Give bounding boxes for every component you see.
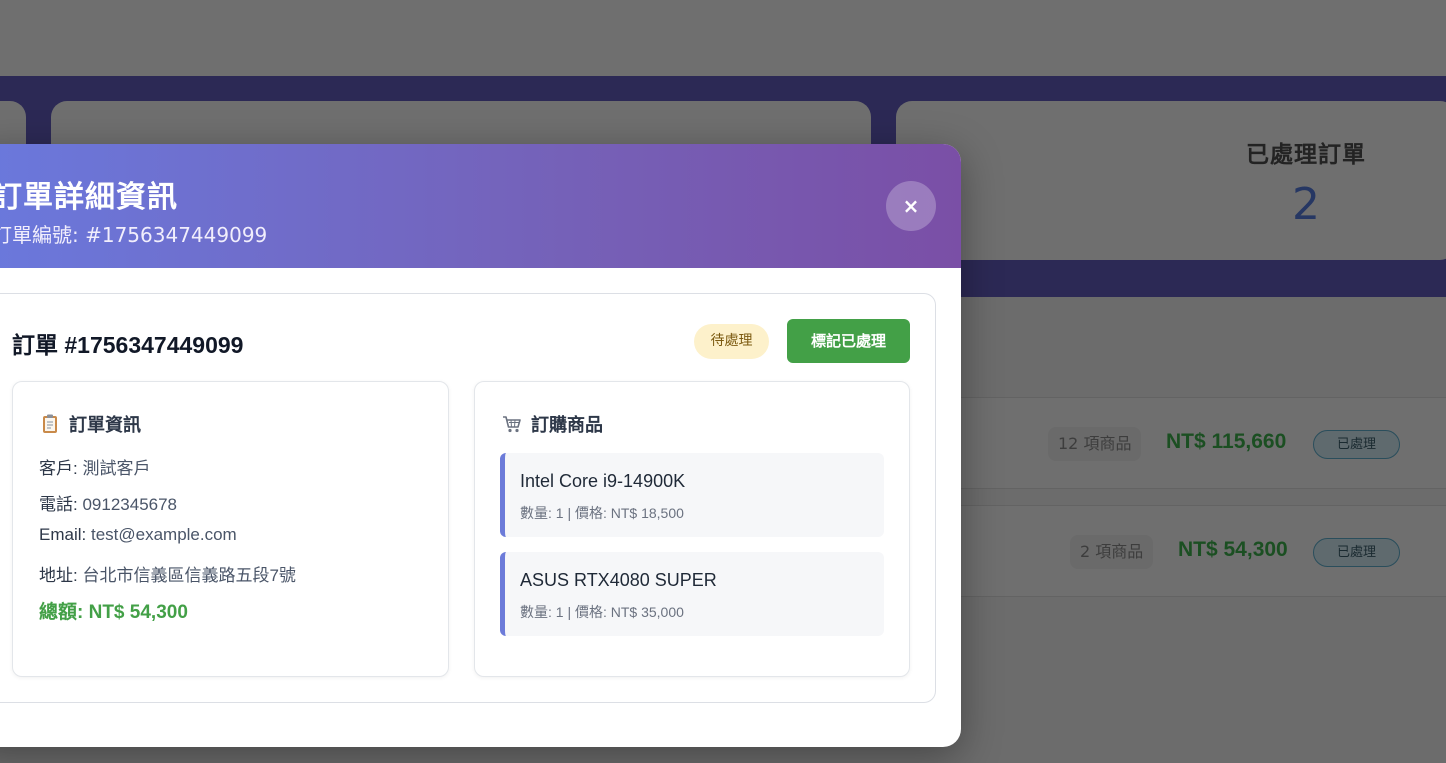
order-item-count: 2 項商品: [1070, 535, 1154, 569]
close-icon: ×: [902, 194, 920, 218]
ordered-items-title-text: 訂購商品: [531, 415, 603, 436]
total-value: NT$ 54,300: [88, 602, 188, 623]
modal-header: 訂單詳細資訊 訂單編號: #1756347449099 ×: [0, 144, 961, 268]
order-card: 訂單 #1756347449099 待處理 標記已處理 訂單資訊 客戶: 測試客…: [0, 293, 936, 703]
customer-value: 測試客戶: [82, 459, 151, 478]
total-line: 總額: NT$ 54,300: [39, 597, 188, 624]
total-label: 總額:: [39, 602, 84, 623]
cart-icon: [501, 413, 523, 435]
email-label: Email:: [39, 525, 87, 544]
close-button[interactable]: ×: [886, 181, 936, 231]
order-status-badge: 已處理: [1313, 430, 1400, 459]
order-item-count: 12 項商品: [1048, 427, 1142, 461]
order-detail-modal: 訂單詳細資訊 訂單編號: #1756347449099 × 訂單 #175634…: [0, 144, 961, 747]
order-total: NT$ 115,660: [1166, 430, 1287, 453]
item-name: ASUS RTX4080 SUPER: [520, 570, 717, 590]
order-info-panel: 訂單資訊 客戶: 測試客戶 電話: 0912345678 Email: test…: [12, 381, 449, 677]
customer-line: 客戶: 測試客戶: [39, 454, 150, 479]
order-info-title: 訂單資訊: [39, 411, 141, 437]
mark-processed-button[interactable]: 標記已處理: [787, 319, 910, 363]
item-name: Intel Core i9-14900K: [520, 471, 686, 491]
order-status-badge: 已處理: [1313, 538, 1400, 567]
status-badge: 待處理: [694, 324, 769, 359]
modal-title: 訂單詳細資訊: [0, 180, 178, 215]
item-meta: 數量: 1 | 價格: NT$ 35,000: [520, 604, 684, 620]
ordered-items-panel: 訂購商品 Intel Core i9-14900K 數量: 1 | 價格: NT…: [474, 381, 910, 677]
stat-card-processed: 已處理訂單 2: [896, 101, 1446, 260]
order-heading: 訂單 #1756347449099: [12, 332, 244, 358]
customer-label: 客戶:: [39, 459, 78, 478]
email-line: Email: test@example.com: [39, 525, 237, 545]
stat-processed-title: 已處理訂單: [1246, 142, 1366, 168]
order-info-title-text: 訂單資訊: [69, 415, 141, 436]
order-total: NT$ 54,300: [1178, 538, 1288, 561]
item-meta: 數量: 1 | 價格: NT$ 18,500: [520, 505, 684, 521]
ordered-items-title: 訂購商品: [501, 411, 603, 437]
address-value: 台北市信義區信義路五段7號: [82, 566, 296, 585]
stat-processed-value: 2: [1292, 179, 1320, 230]
email-value: test@example.com: [90, 525, 237, 544]
modal-subtitle: 訂單編號: #1756347449099: [0, 223, 268, 247]
phone-value: 0912345678: [82, 495, 178, 514]
address-line: 地址: 台北市信義區信義路五段7號: [39, 561, 296, 586]
clipboard-icon: [39, 413, 61, 435]
phone-label: 電話:: [39, 495, 78, 514]
phone-line: 電話: 0912345678: [39, 490, 177, 515]
ordered-item: ASUS RTX4080 SUPER 數量: 1 | 價格: NT$ 35,00…: [500, 552, 884, 636]
address-label: 地址:: [39, 566, 78, 585]
ordered-item: Intel Core i9-14900K 數量: 1 | 價格: NT$ 18,…: [500, 453, 884, 537]
